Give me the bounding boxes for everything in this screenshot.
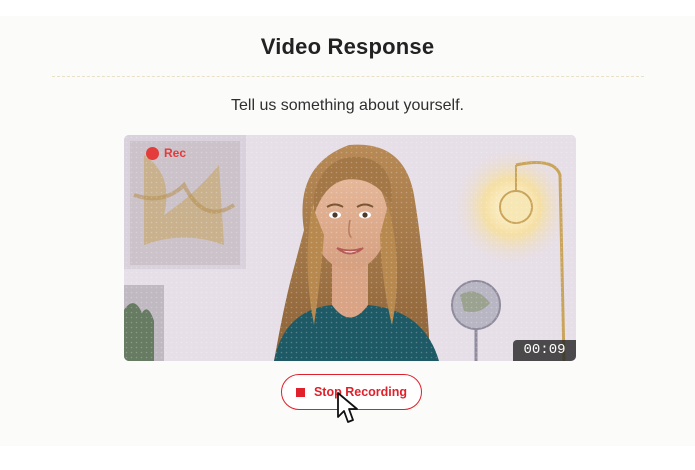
recording-indicator: Rec	[146, 146, 186, 160]
mouse-pointer-icon	[337, 392, 358, 423]
record-dot-icon	[146, 146, 159, 160]
video-response-page: Video Response Tell us something about y…	[0, 0, 695, 470]
stop-square-icon	[295, 387, 305, 397]
page-title: Video Response	[260, 34, 435, 59]
question-prompt: Tell us something about yourself.	[230, 97, 464, 114]
video-frame-illustration	[124, 135, 576, 361]
title-divider	[52, 76, 644, 77]
recording-label: Rec	[164, 146, 187, 160]
video-preview	[124, 135, 576, 361]
recording-timer: 00:09	[513, 340, 576, 361]
